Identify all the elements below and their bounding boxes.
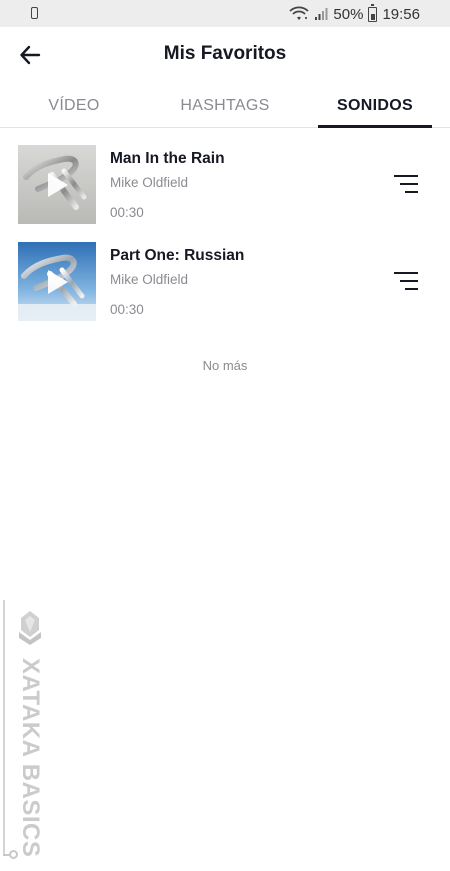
top-bar: Mis Favoritos [0, 27, 450, 83]
page-title: Mis Favoritos [163, 43, 287, 64]
tab-bar: VÍDEO HASHTAGS SONIDOS [0, 83, 450, 128]
watermark-line [3, 600, 5, 855]
status-bar: 50% 19:56 [0, 0, 450, 27]
wifi-icon [289, 6, 310, 20]
tab-sounds[interactable]: SONIDOS [318, 83, 432, 128]
sound-list-item[interactable]: Man In the Rain Mike Oldfield 00:30 [0, 145, 450, 225]
sound-title: Man In the Rain [110, 150, 225, 167]
status-time: 19:56 [382, 5, 420, 23]
sound-artist: Mike Oldfield [110, 175, 189, 190]
xataka-logo-icon [19, 611, 41, 645]
battery-percent: 50% [333, 5, 364, 23]
list-menu-icon[interactable] [392, 272, 420, 292]
list-menu-icon[interactable] [392, 175, 420, 195]
watermark: XATAKA BASICS [0, 600, 60, 871]
sound-duration: 00:30 [110, 302, 144, 317]
battery-icon [368, 3, 378, 22]
album-cover[interactable] [18, 145, 96, 224]
watermark-text: XATAKA BASICS [17, 658, 44, 858]
sound-list-item[interactable]: Part One: Russian Mike Oldfield 00:30 [0, 242, 450, 322]
status-indicators: 50% 19:56 [289, 3, 420, 24]
sound-duration: 00:30 [110, 205, 144, 220]
phone-icon [31, 7, 38, 19]
end-of-list-text: No más [202, 358, 248, 373]
play-icon[interactable] [48, 173, 68, 197]
sound-title: Part One: Russian [110, 247, 245, 264]
active-tab-indicator [318, 125, 432, 128]
sound-artist: Mike Oldfield [110, 272, 189, 287]
tab-video[interactable]: VÍDEO [18, 83, 130, 128]
play-icon[interactable] [48, 270, 68, 294]
album-cover[interactable] [18, 242, 96, 321]
tab-hashtags[interactable]: HASHTAGS [168, 83, 282, 128]
signal-icon [315, 8, 328, 20]
